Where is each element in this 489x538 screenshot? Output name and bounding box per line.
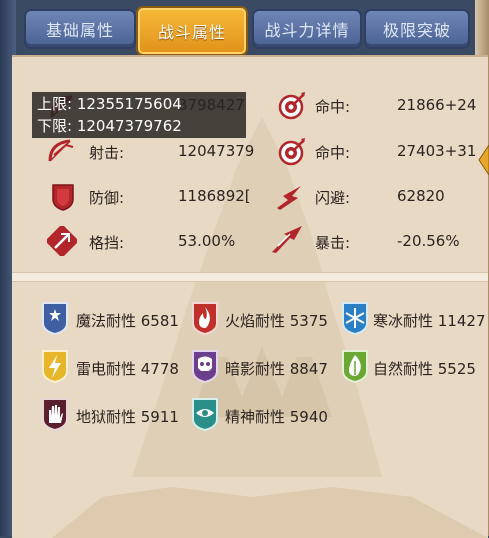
stat-label-hit-2: 命中: [315,144,351,162]
tab-label: 极限突破 [382,21,451,40]
spirit-eye-icon [192,398,218,431]
dodge-icon [277,186,301,210]
tab-combat-power-details[interactable]: 战斗力详情 [252,9,362,49]
resist-magic: 魔法耐性 6581 [76,312,179,330]
flame-icon [192,302,218,335]
stat-value-dodge: 62820 [397,187,445,205]
resist-lightning: 雷电耐性 4778 [76,360,179,378]
resist-nature: 自然耐性 5525 [373,360,476,378]
stat-label-crit: 暴击: [315,234,351,252]
magic-star-icon [42,302,68,335]
crit-icon [272,226,302,253]
tab-basic-attributes[interactable]: 基础属性 [24,9,136,49]
resist-fire: 火焰耐性 5375 [225,312,328,330]
tab-label: 基础属性 [45,21,114,40]
resist-shadow: 暗影耐性 8847 [225,360,328,378]
stat-value-hit: 21866+24 [397,96,477,114]
hellfire-hand-icon [42,398,68,431]
stat-value-crit: -20.56% [397,232,460,250]
parry-icon [47,226,77,256]
stat-label-dodge: 闪避: [315,189,351,207]
stat-label-block: 格挡: [89,234,125,252]
stat-value-defense: 1186892[ [178,187,251,205]
target-icon [278,92,305,120]
stat-label-shoot: 射击: [89,144,125,162]
resist-spirit: 精神耐性 5940 [225,408,328,426]
stat-value-hit-2: 27403+31 [397,142,477,160]
tab-label: 战斗属性 [157,23,226,42]
stat-value-block: 53.00% [178,232,236,250]
demon-skull-icon [192,350,218,383]
snowflake-icon [342,302,368,335]
resist-hell: 地狱耐性 5911 [76,408,179,426]
stat-value-shoot: 12047379 [178,142,255,160]
tooltip-lower-bound: 下限: 12047379762 [37,117,182,135]
target-icon [278,138,305,166]
side-expand-arrow-icon[interactable] [478,145,489,175]
stat-label-hit: 命中: [315,98,351,116]
tab-combat-attributes[interactable]: 战斗属性 [136,6,248,56]
shield-icon [52,184,74,211]
section-divider [12,272,488,282]
value-range-tooltip: 上限: 12355175604 下限: 12047379762 [32,92,246,138]
tab-label: 战斗力详情 [264,21,350,40]
tooltip-upper-bound: 上限: 12355175604 [37,95,182,113]
lightning-icon [42,350,68,383]
leaf-flame-icon [342,350,368,383]
resist-ice: 寒冰耐性 11427 [373,312,486,330]
tab-limit-break[interactable]: 极限突破 [364,9,470,49]
bow-icon [48,139,74,162]
stat-label-defense: 防御: [89,189,125,207]
